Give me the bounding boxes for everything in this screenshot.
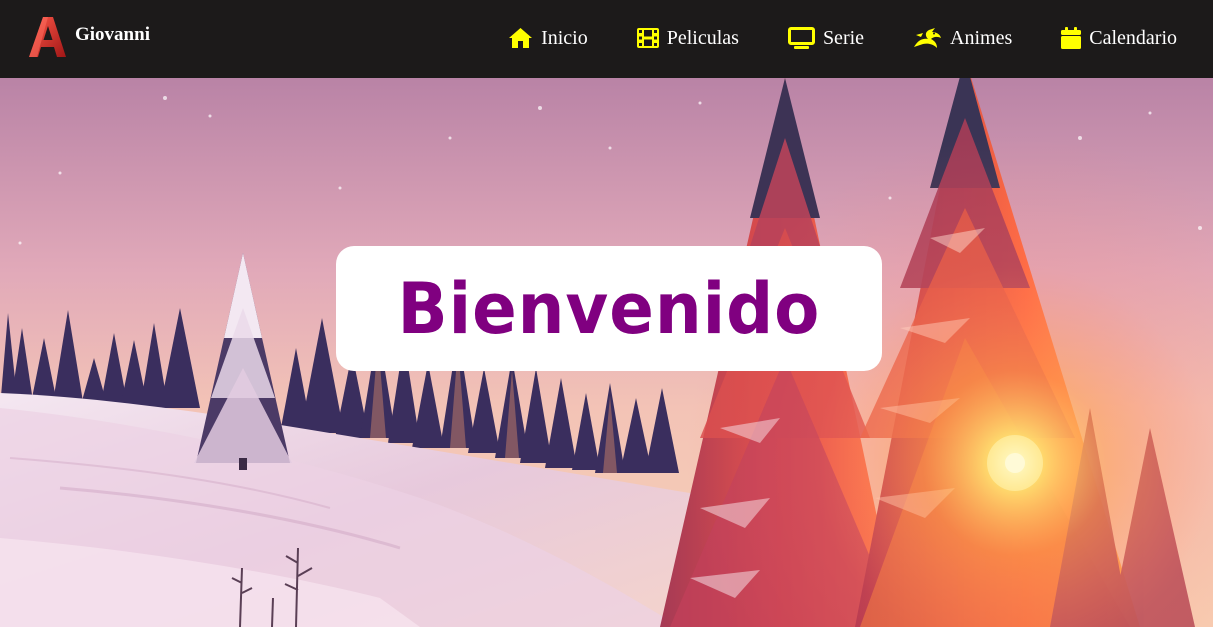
page: Giovanni Inicio Peliculas Serie Animes C… bbox=[0, 0, 1213, 627]
home-icon bbox=[508, 27, 533, 49]
nav-item-calendario[interactable]: Calendario bbox=[1061, 24, 1177, 52]
welcome-title: Bienvenido bbox=[397, 267, 821, 350]
welcome-card: Bienvenido bbox=[336, 246, 882, 371]
top-navbar: Giovanni Inicio Peliculas Serie Animes C… bbox=[0, 0, 1213, 78]
brand[interactable]: Giovanni bbox=[28, 16, 150, 58]
nav-item-label: Inicio bbox=[541, 27, 588, 49]
tv-icon bbox=[787, 27, 815, 49]
brand-name: Giovanni bbox=[75, 24, 150, 45]
nav-item-label: Animes bbox=[950, 27, 1013, 49]
calendar-icon bbox=[1061, 27, 1082, 49]
dragon-icon bbox=[913, 27, 942, 49]
nav-item-label: Serie bbox=[822, 27, 865, 49]
hero-section: Bienvenido bbox=[0, 78, 1213, 627]
nav-item-label: Peliculas bbox=[666, 27, 739, 49]
main-nav: Inicio Peliculas Serie Animes Calendario bbox=[508, 24, 1177, 52]
nav-item-serie[interactable]: Serie bbox=[787, 24, 865, 52]
nav-item-label: Calendario bbox=[1089, 27, 1177, 49]
nav-item-peliculas[interactable]: Peliculas bbox=[636, 24, 739, 52]
nav-item-animes[interactable]: Animes bbox=[913, 24, 1012, 52]
autocad-a-logo-icon bbox=[28, 16, 66, 58]
nav-item-inicio[interactable]: Inicio bbox=[508, 24, 588, 52]
film-icon bbox=[636, 28, 659, 48]
